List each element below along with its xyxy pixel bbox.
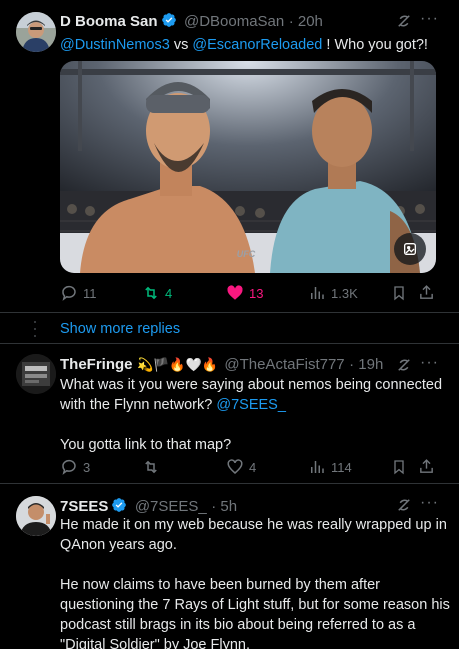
verified-badge-icon xyxy=(112,498,127,512)
thread-dots-icon xyxy=(34,321,36,337)
share-icon[interactable] xyxy=(418,458,435,480)
show-more-replies-label[interactable]: Show more replies xyxy=(60,321,180,337)
more-options-icon[interactable]: ··· xyxy=(420,494,439,512)
alt-text-button[interactable] xyxy=(394,233,426,265)
mention-link[interactable]: @EscanorReloaded xyxy=(192,37,322,53)
views-button[interactable]: 1.3K xyxy=(308,284,358,302)
author-name[interactable]: TheFringe xyxy=(60,356,133,373)
author-handle[interactable]: @DBoomaSan xyxy=(184,13,284,30)
like-button[interactable]: 4 xyxy=(226,458,256,476)
views-icon xyxy=(311,461,324,473)
more-options-icon[interactable]: ··· xyxy=(420,354,439,372)
verified-badge-icon xyxy=(161,13,176,27)
repost-button[interactable] xyxy=(142,458,165,476)
bookmark-icon[interactable] xyxy=(391,285,407,306)
reply-icon xyxy=(62,459,76,475)
mention-link[interactable]: @DustinNemos3 xyxy=(60,37,170,53)
author-handle[interactable]: @7SEES_ xyxy=(135,498,207,515)
image-edit-icon xyxy=(404,243,416,255)
avatar[interactable] xyxy=(16,12,56,52)
tweet-image[interactable]: UFC xyxy=(60,61,436,273)
tweet-text: He made it on my web because he was real… xyxy=(60,517,450,649)
tweet-text: @DustinNemos3 vs @EscanorReloaded ! Who … xyxy=(60,37,428,53)
tweet-text: What was it you were saying about nemos … xyxy=(60,377,443,453)
views-button[interactable]: 114 xyxy=(308,458,352,476)
avatar[interactable] xyxy=(16,496,56,536)
author-handle[interactable]: @TheActaFist777 xyxy=(224,356,344,373)
views-icon xyxy=(311,287,324,299)
tweet-2[interactable]: TheFringe 💫🏴🔥🤍🔥 @TheActaFist777 · 19h ··… xyxy=(0,344,459,482)
repost-icon xyxy=(145,460,157,474)
bookmark-icon[interactable] xyxy=(391,459,407,480)
tweet-3[interactable]: 7SEES @7SEES_ · 5h ··· He made it on my … xyxy=(0,484,459,649)
heart-icon xyxy=(227,459,243,474)
reply-button[interactable]: 11 xyxy=(60,284,97,302)
more-options-icon[interactable]: ··· xyxy=(420,10,439,28)
repost-icon xyxy=(145,286,157,300)
like-button[interactable]: 13 xyxy=(226,284,263,302)
ufc-badge: UFC xyxy=(237,249,256,259)
tweet-1[interactable]: D Booma San @DBoomaSan · 20h ··· @Dustin… xyxy=(0,0,459,312)
reply-icon xyxy=(62,285,76,301)
timestamp[interactable]: · 5h xyxy=(211,498,237,515)
mention-link[interactable]: @7SEES_ xyxy=(216,397,286,413)
avatar[interactable] xyxy=(16,354,56,394)
author-name[interactable]: D Booma San xyxy=(60,13,158,30)
author-name[interactable]: 7SEES xyxy=(60,498,108,515)
repost-button[interactable]: 4 xyxy=(142,284,172,302)
heart-icon xyxy=(227,285,243,300)
reply-button[interactable]: 3 xyxy=(60,458,90,476)
timestamp[interactable]: · 20h xyxy=(289,13,323,30)
timestamp[interactable]: · 19h xyxy=(349,356,383,373)
grok-icon[interactable] xyxy=(395,12,413,35)
share-icon[interactable] xyxy=(418,284,435,306)
show-more-replies[interactable]: Show more replies xyxy=(0,313,459,343)
name-emojis: 💫🏴🔥🤍🔥 xyxy=(136,357,218,372)
